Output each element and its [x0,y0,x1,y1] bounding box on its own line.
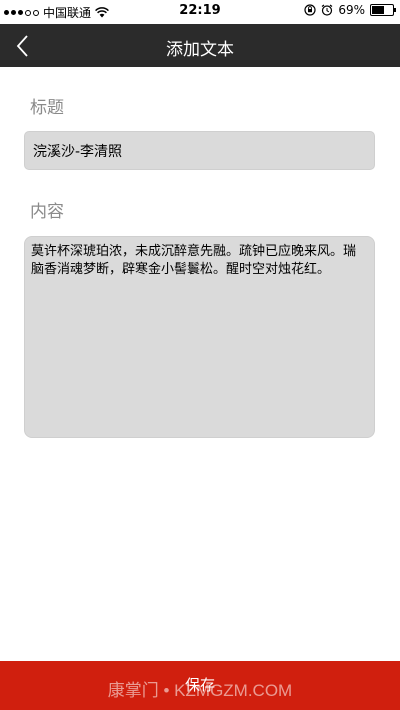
battery-percent: 69% [338,3,365,17]
alarm-icon [321,4,333,16]
page-title: 添加文本 [166,40,234,60]
title-input[interactable] [24,131,375,170]
battery-icon [370,4,396,16]
content-textarea[interactable]: 莫许杯深琥珀浓，未成沉醉意先融。疏钟已应晚来风。瑞脑香消魂梦断，辟寒金小髻鬟松。… [24,236,375,438]
status-right: 69% [304,3,396,17]
save-button[interactable]: 保存 [0,661,400,710]
content-label: 内容 [30,202,64,222]
battery-fill [372,6,385,14]
nav-bar: 添加文本 [0,24,400,67]
screen: 中国联通 22:19 69% 添加文本 标题 浣溪沙-李清照 内容 莫许杯深琥珀… [0,0,400,710]
title-label: 标题 [30,98,64,118]
status-bar: 中国联通 22:19 69% [0,0,400,24]
lock-rotation-icon [304,4,316,16]
